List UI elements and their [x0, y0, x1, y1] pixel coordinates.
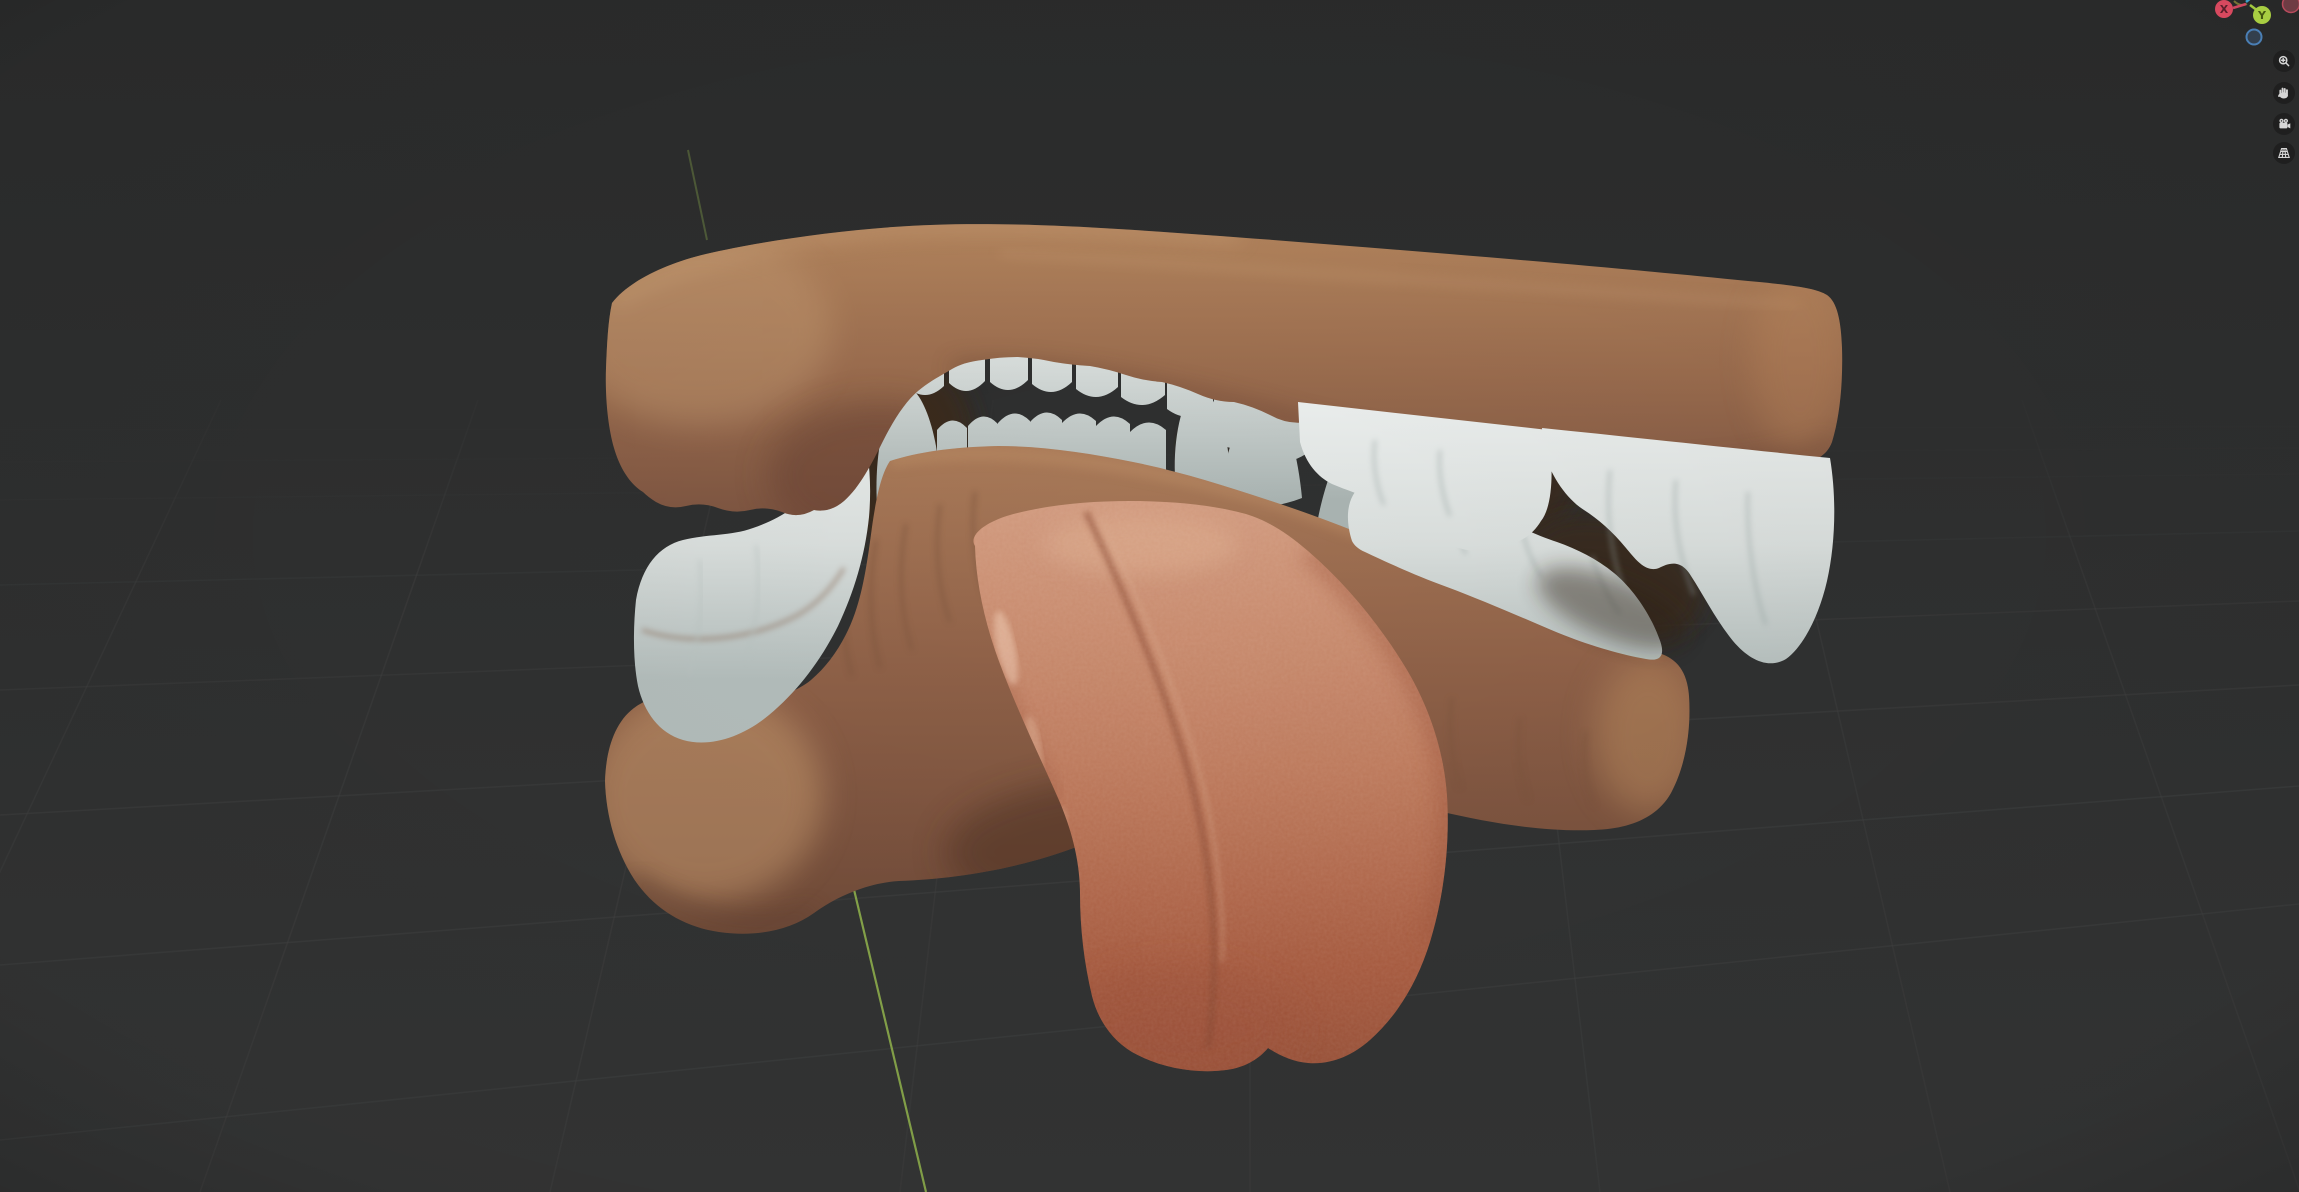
gizmo-y-label: Y: [2257, 9, 2267, 22]
pan-button[interactable]: [2273, 82, 2295, 104]
toggle-projection-button[interactable]: [2273, 142, 2295, 164]
vignette: [0, 0, 2299, 1192]
gizmo-neg-x-ball[interactable]: [2281, 0, 2299, 14]
viewport-3d[interactable]: X Y: [0, 0, 2299, 1192]
gizmo-neg-z-ball[interactable]: [2245, 28, 2263, 46]
gizmo-x-label: X: [2220, 3, 2229, 16]
camera-view-button[interactable]: [2273, 113, 2295, 135]
zoom-button[interactable]: [2273, 50, 2295, 72]
